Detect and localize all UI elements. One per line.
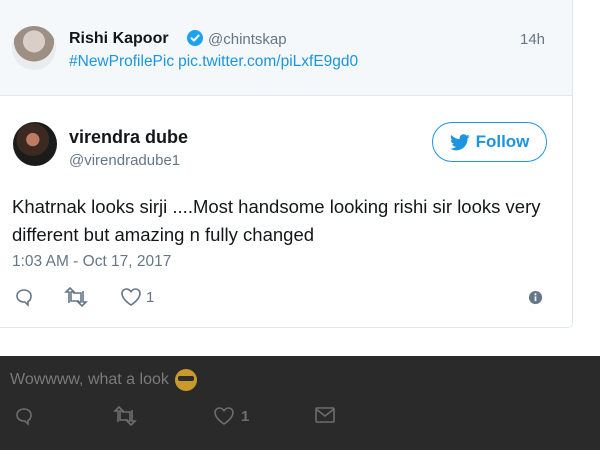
- dm-button[interactable]: [314, 406, 336, 424]
- retweet-button[interactable]: [64, 287, 88, 307]
- like-button[interactable]: 1: [120, 287, 154, 307]
- author-handle[interactable]: @virendradube1: [69, 152, 180, 169]
- retweet-icon: [64, 287, 88, 307]
- reply-icon: [16, 408, 32, 426]
- like-count: 1: [241, 407, 250, 425]
- tweet-text: Khatrnak looks sirji ....Most handsome l…: [12, 196, 541, 245]
- info-button[interactable]: [528, 290, 543, 310]
- tweet-actions: 1: [12, 287, 562, 309]
- heart-icon: [214, 407, 234, 425]
- reply-button[interactable]: [14, 406, 34, 426]
- tweet-timestamp[interactable]: 1:03 AM - Oct 17, 2017: [12, 253, 171, 271]
- avatar[interactable]: [13, 122, 57, 166]
- retweet-icon: [113, 406, 137, 426]
- envelope-icon: [315, 407, 335, 423]
- parent-author-name[interactable]: Rishi Kapoor: [69, 30, 169, 48]
- sunglasses-emoji-icon: [174, 369, 197, 391]
- info-icon: [528, 290, 543, 305]
- author-name[interactable]: virendra dube: [69, 127, 188, 148]
- parent-tweet[interactable]: Rishi Kapoor @chintskap 14h #NewProfileP…: [0, 0, 572, 96]
- background-reply-text: Wowwww, what a look: [10, 369, 197, 391]
- follow-button[interactable]: Follow: [432, 122, 547, 162]
- parent-timestamp[interactable]: 14h: [520, 31, 545, 48]
- follow-label: Follow: [475, 132, 530, 151]
- parent-tweet-text: #NewProfilePic pic.twitter.com/piLxfE9gd0: [69, 53, 362, 71]
- parent-author-handle[interactable]: @chintskap: [208, 31, 287, 48]
- reply-text: Wowwww, what a look: [10, 371, 169, 388]
- reply-icon: [16, 289, 32, 307]
- like-count: 1: [146, 288, 155, 306]
- hashtag-link[interactable]: #NewProfilePic: [69, 53, 174, 70]
- background-reply-overlay: Wowwww, what a look 1: [0, 356, 600, 450]
- twitter-bird-icon: [449, 133, 470, 150]
- retweet-button[interactable]: [113, 406, 137, 426]
- verified-badge-icon: [187, 30, 203, 46]
- heart-icon: [121, 288, 141, 306]
- embedded-tweet-card: Rishi Kapoor @chintskap 14h #NewProfileP…: [0, 0, 573, 328]
- avatar[interactable]: [12, 26, 56, 70]
- like-button[interactable]: 1: [213, 406, 249, 426]
- background-reply-actions: 1: [0, 406, 600, 430]
- reply-button[interactable]: [14, 287, 34, 307]
- pic-link[interactable]: pic.twitter.com/piLxfE9gd0: [178, 53, 358, 70]
